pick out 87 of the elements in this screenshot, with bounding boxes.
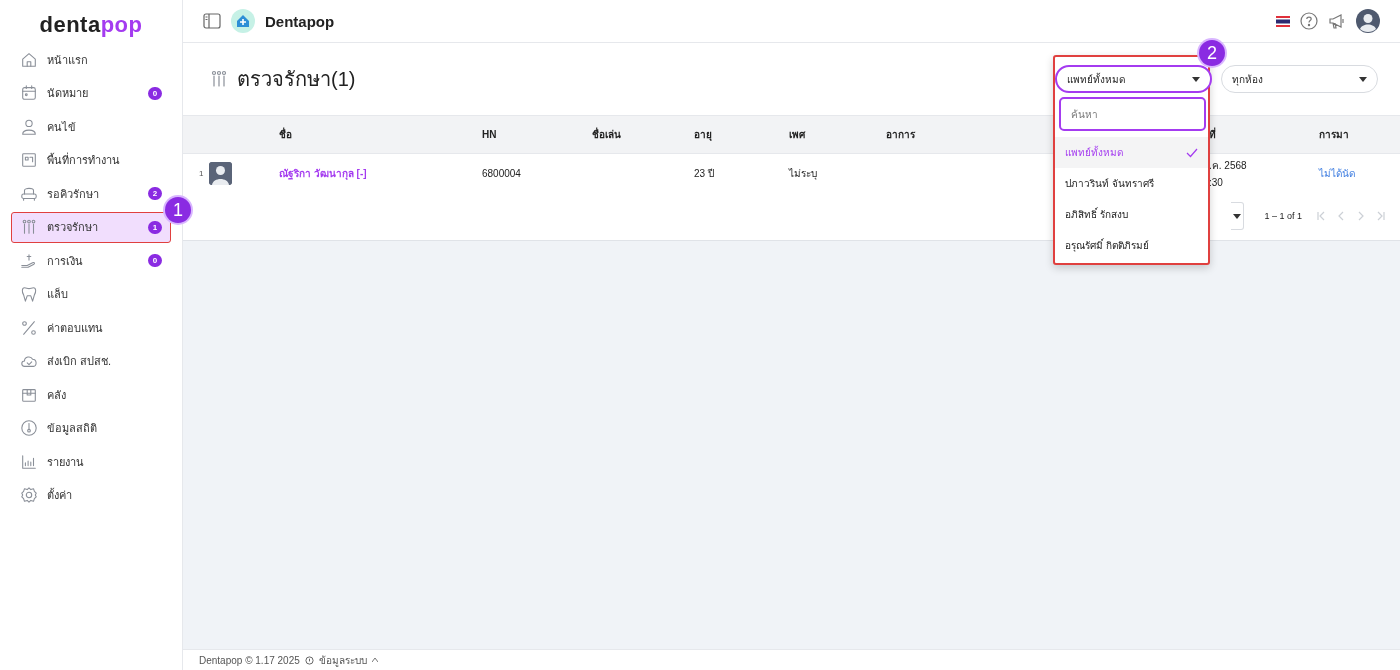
check-icon [1186, 147, 1198, 158]
sidebar-item[interactable]: การเงิน 0 [11, 245, 171, 276]
sidebar-label: คนไข้ [47, 119, 77, 135]
dropdown-option[interactable]: ปภาวรินท์ จันทราศรี [1055, 168, 1208, 199]
page-range: 1 – 1 of 1 [1264, 211, 1302, 221]
person-icon [20, 117, 38, 136]
caret-icon [1192, 76, 1200, 82]
sidebar-label: แล็บ [47, 286, 69, 302]
thai-flag-icon[interactable] [1276, 15, 1290, 27]
column-header: ชื่อเล่น [592, 127, 622, 142]
step-badge: 1 [165, 197, 191, 223]
clinic-logo-icon [231, 9, 255, 33]
dropdown-option[interactable]: อภิสิทธิ์ รักสงบ [1055, 199, 1208, 230]
filter-select[interactable]: ทุกห้อง [1221, 65, 1378, 93]
sidebar-item[interactable]: ข้อมูลสถิติ [11, 412, 171, 444]
column-header: HN [482, 129, 498, 140]
sidebar-label: รายงาน [47, 454, 85, 470]
sidebar-item[interactable]: ค่าตอบแทน [11, 312, 171, 343]
tools-icon [209, 69, 229, 89]
sidebar-toggle-icon[interactable] [203, 13, 221, 29]
rows-per-page-select[interactable] [1231, 202, 1245, 230]
calendar-icon [20, 84, 38, 102]
sidebar-label: พื้นที่การทำงาน [47, 151, 121, 168]
sidebar-label: รอคิวรักษา [47, 186, 100, 202]
megaphone-icon[interactable] [1328, 12, 1346, 30]
tooth-icon [20, 285, 38, 303]
patient-avatar-icon [209, 161, 233, 185]
sidebar-label: ข้อมูลสถิติ [47, 421, 98, 437]
count-badge: 0 [148, 254, 162, 267]
dentapop-logo: dentapop [39, 12, 143, 38]
sidebar-label: ตรวจรักษา [47, 220, 99, 235]
sidebar-item[interactable]: พื้นที่การทำงาน [11, 144, 171, 176]
dropdown-option[interactable]: แพทย์ทั้งหมด [1055, 137, 1208, 168]
board-icon [20, 151, 38, 169]
sidebar-label: นัดหมาย [47, 86, 89, 101]
app-title: Dentapop [265, 12, 335, 30]
sidebar-item[interactable]: ส่งเบิก สปสช. [11, 345, 171, 377]
sidebar-label: ตั้งค่า [47, 487, 73, 503]
hand-coin-icon [20, 251, 38, 270]
column-header: การมา [1319, 128, 1350, 142]
avatar-icon[interactable] [1356, 9, 1380, 33]
sidebar-item[interactable]: คลัง [11, 379, 171, 410]
table-cell-text: 6800004 [482, 167, 522, 179]
sidebar-label: หน้าแรก [47, 52, 89, 68]
sidebar-label: ค่าตอบแทน [47, 320, 104, 336]
sidebar-label: คลัง [47, 387, 67, 403]
table-cell-text: :30 [1209, 177, 1224, 188]
column-header: ชื่อ [279, 127, 293, 142]
sidebar-item[interactable]: ตรวจรักษา 1 [11, 211, 171, 243]
sidebar-item[interactable]: ตั้งค่า [11, 479, 171, 511]
filter-select[interactable]: แพทย์ทั้งหมด [1055, 65, 1212, 93]
visit-status: ไม่ได้นัด [1319, 166, 1356, 181]
settings-icon [20, 486, 38, 504]
column-header: อาการ [886, 128, 916, 142]
column-header: เพศ [789, 128, 807, 142]
table-cell-text: .ค. 2568 [1209, 159, 1248, 173]
copyright-text: Dentapop © 1.17 2025 [199, 654, 300, 666]
bar-chart-icon [20, 452, 38, 471]
sidebar-item[interactable]: หน้าแรก [11, 44, 171, 75]
info-icon [304, 655, 314, 665]
caret-up-icon [371, 658, 378, 662]
step-badge: 2 [1199, 40, 1225, 66]
sidebar-item[interactable]: นัดหมาย 0 [11, 77, 171, 109]
system-info-link[interactable]: ข้อมูลระบบ [318, 652, 367, 668]
table-cell-text: ไม่ระบุ [789, 166, 818, 181]
search-field[interactable]: ค้นหา [1059, 97, 1206, 131]
help-icon[interactable] [1300, 12, 1318, 30]
sidebar-label: ส่งเบิก สปสช. [47, 354, 113, 369]
count-badge: 1 [148, 220, 162, 234]
sidebar-item[interactable]: คนไข้ [11, 111, 171, 142]
column-header: อายุ [694, 128, 713, 142]
table-cell-text: 23 ปี [694, 166, 715, 181]
count-badge: 0 [148, 86, 162, 100]
row-number: 1 [199, 168, 204, 178]
thermometer-icon [20, 419, 38, 437]
caret-icon [1233, 213, 1242, 219]
sidebar-item[interactable]: รายงาน [11, 446, 171, 477]
home-icon [20, 50, 38, 69]
count-badge: 2 [148, 187, 162, 200]
dropdown-option[interactable]: อรุณรัศมิ์ กิตติภิรมย์ [1055, 230, 1208, 261]
page-title: ตรวจรักษา(1) [237, 67, 356, 92]
percent-icon [20, 318, 38, 337]
sidebar-item[interactable]: แล็บ [11, 278, 171, 310]
sidebar-label: การเงิน [47, 253, 84, 269]
tools-icon [20, 218, 38, 236]
patient-name-link[interactable]: ณัฐริกา วัฒนากุล [-] [279, 165, 482, 181]
caret-icon [1359, 76, 1367, 82]
